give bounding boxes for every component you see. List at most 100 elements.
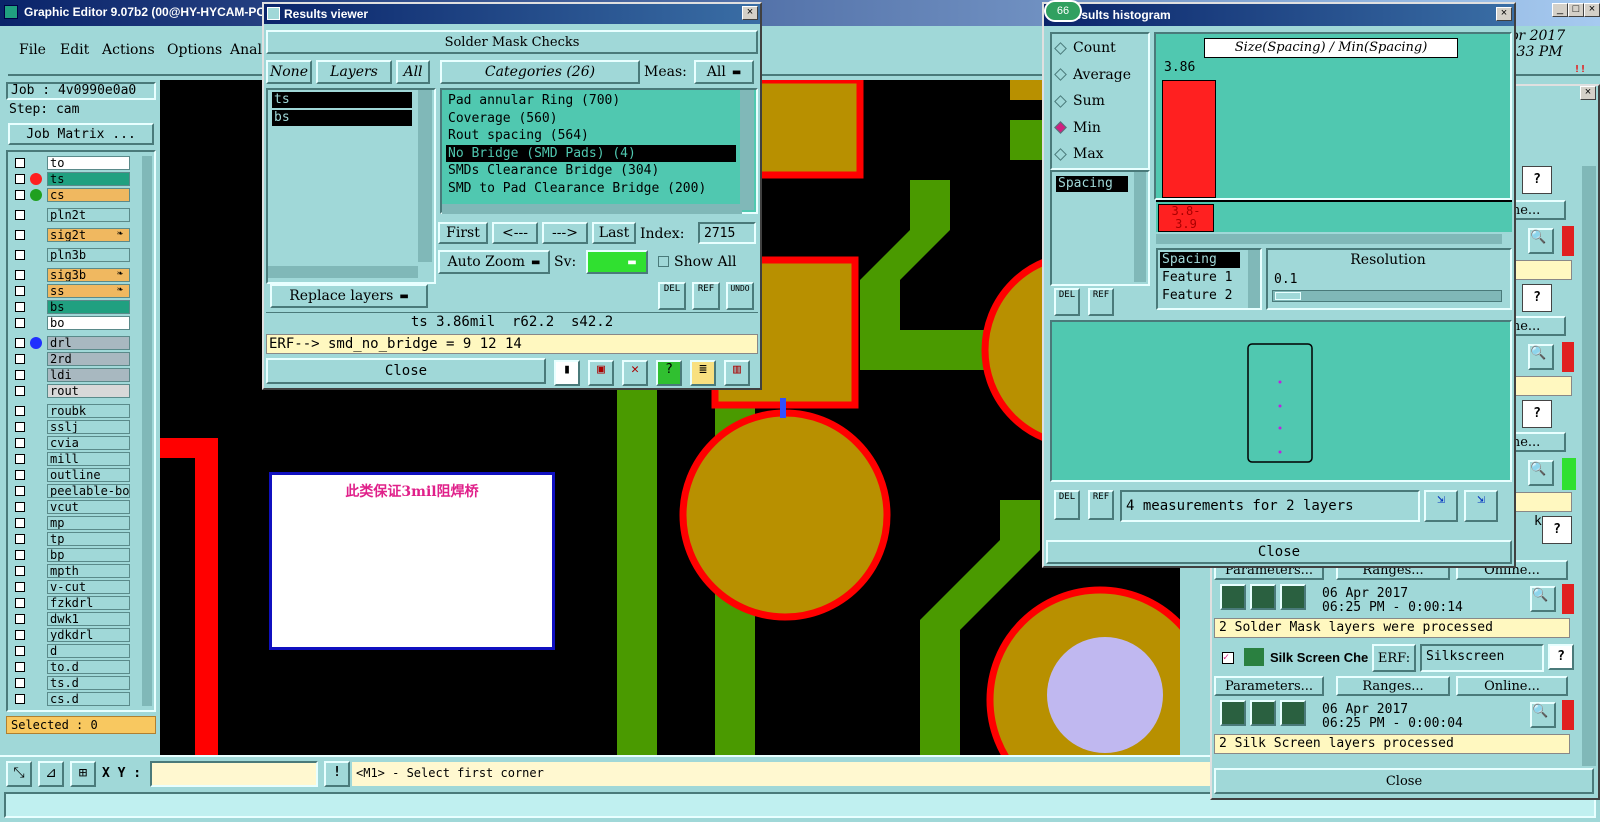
layer-row-cs.d[interactable]: cs.d [12, 692, 130, 706]
hist-resolution-slider[interactable] [1272, 290, 1502, 302]
hist-icon-a[interactable]: ⇲ [1424, 490, 1458, 522]
layer-checkbox[interactable] [15, 406, 25, 416]
hist-option-max[interactable]: Max [1054, 144, 1104, 164]
category-item[interactable]: No Bridge (SMD Pads) (4) [446, 144, 736, 162]
partial-zoom-b[interactable]: 🔍 [1528, 344, 1554, 370]
layer-checkbox[interactable] [15, 502, 25, 512]
hist-del2-button[interactable]: DEL [1054, 490, 1080, 520]
layer-row-2rd[interactable]: 2rd [12, 352, 130, 366]
layer-row-sig2t[interactable]: sig2t ❧ [12, 228, 130, 242]
rv-layer-hscroll[interactable] [268, 266, 418, 278]
layer-row-ydkdrl[interactable]: ydkdrl [12, 628, 130, 642]
layer-row-pln3b[interactable]: pln3b [12, 248, 130, 262]
layer-checkbox[interactable] [15, 566, 25, 576]
category-item[interactable]: SMD to Pad Clearance Bridge (200) [446, 180, 736, 198]
layer-row-sslj[interactable]: sslj [12, 420, 130, 434]
rv-index-input[interactable]: 2715 [698, 222, 756, 244]
rv-layer-bs[interactable]: bs [272, 110, 412, 126]
hist-option-average[interactable]: Average [1054, 65, 1131, 85]
rv-ref-button[interactable]: REF [692, 282, 720, 310]
hist-list-item[interactable]: Spacing [1056, 176, 1128, 192]
rv-next-button[interactable]: ---> [542, 222, 588, 244]
layer-name[interactable]: ldi [47, 368, 130, 382]
layer-row-ts[interactable]: ts [12, 172, 130, 186]
layer-checkbox[interactable] [15, 678, 25, 688]
layer-name[interactable]: ts.d [47, 676, 130, 690]
layer-checkbox[interactable] [15, 370, 25, 380]
layer-name[interactable]: bs [47, 300, 130, 314]
rv-icon-5[interactable]: ≣ [690, 360, 716, 386]
rv-categories-button[interactable]: Categories (26) [440, 60, 640, 84]
layer-row-ldi[interactable]: ldi [12, 368, 130, 382]
rv-layers-button[interactable]: Layers [316, 60, 392, 84]
rv-del-button[interactable]: DEL [658, 282, 686, 310]
rv-icon-4[interactable]: ? [656, 360, 682, 386]
layer-name[interactable]: vcut [47, 500, 130, 514]
rv-icon-3[interactable]: ✕ [622, 360, 648, 386]
layer-list-scrollbar[interactable] [142, 156, 152, 706]
layer-checkbox[interactable] [15, 354, 25, 364]
results-viewer-close-x[interactable]: × [742, 6, 758, 20]
rv-none-button[interactable]: None [266, 60, 312, 84]
layer-row-d[interactable]: d [12, 644, 130, 658]
row1-zoom-icon[interactable]: 🔍 [1530, 586, 1556, 612]
hist-option-min[interactable]: Min [1054, 118, 1101, 138]
partial-zoom-c[interactable]: 🔍 [1528, 460, 1554, 486]
layer-name[interactable]: ts [47, 172, 130, 186]
maximize-button[interactable]: □ [1568, 3, 1584, 17]
layer-checkbox[interactable] [15, 158, 25, 168]
zoom-fit-button[interactable]: ⤡ [6, 761, 32, 787]
layer-checkbox[interactable] [15, 438, 25, 448]
rv-last-button[interactable]: Last [592, 222, 636, 244]
layer-row-pln2t[interactable]: pln2t [12, 208, 130, 222]
layer-checkbox[interactable] [15, 270, 25, 280]
layer-name[interactable]: to [47, 156, 130, 170]
layer-name[interactable]: pln3b [47, 248, 130, 262]
hist-option-count[interactable]: Count [1054, 38, 1116, 58]
layer-name[interactable]: cvia [47, 436, 130, 450]
layer-checkbox[interactable] [15, 286, 25, 296]
layer-name[interactable]: fzkdrl [47, 596, 130, 610]
warning-button[interactable]: ! [324, 761, 350, 787]
layer-row-cs[interactable]: cs [12, 188, 130, 202]
erf-button[interactable]: ERF: [1372, 644, 1416, 672]
layer-row-drl[interactable]: drl [12, 336, 130, 350]
rv-prev-button[interactable]: <--- [492, 222, 538, 244]
layer-name[interactable]: peelable-bot [47, 484, 130, 498]
hist-close-button[interactable]: Close [1046, 540, 1512, 564]
checklist-close-button[interactable]: Close [1214, 768, 1594, 794]
layer-checkbox[interactable] [15, 422, 25, 432]
layer-checkbox[interactable] [15, 646, 25, 656]
minimize-button[interactable]: _ [1552, 3, 1568, 17]
rv-undo-button[interactable]: UNDO [726, 282, 754, 310]
layer-name[interactable]: drl [47, 336, 130, 350]
menu-options[interactable]: Options [167, 42, 222, 58]
xy-input[interactable] [150, 761, 318, 787]
row1-icon-1[interactable] [1220, 584, 1246, 610]
layer-name[interactable]: to.d [47, 660, 130, 674]
hist-ref-button[interactable]: REF [1088, 288, 1114, 316]
layer-checkbox[interactable] [15, 598, 25, 608]
rv-meas-select[interactable]: All ▬ [694, 60, 754, 84]
layer-checkbox[interactable] [15, 318, 25, 328]
row2-icon-2[interactable] [1250, 700, 1276, 726]
layer-row-fzkdrl[interactable]: fzkdrl [12, 596, 130, 610]
layer-name[interactable]: d [47, 644, 130, 658]
layer-row-bo[interactable]: bo [12, 316, 130, 330]
checklist-close-x[interactable]: × [1580, 86, 1596, 100]
layer-row-mp[interactable]: mp [12, 516, 130, 530]
layer-name[interactable]: bo [47, 316, 130, 330]
menu-file[interactable]: File [19, 42, 46, 58]
category-item[interactable]: SMDs Clearance Bridge (304) [446, 162, 736, 180]
category-item[interactable]: Coverage (560) [446, 110, 736, 128]
layer-checkbox[interactable] [15, 534, 25, 544]
partial-zoom-a[interactable]: 🔍 [1528, 228, 1554, 254]
row2-icon-3[interactable] [1280, 700, 1306, 726]
layer-checkbox[interactable] [15, 338, 25, 348]
hist-del-button[interactable]: DEL [1054, 288, 1080, 316]
layer-checkbox[interactable] [15, 470, 25, 480]
layer-name[interactable]: outline [47, 468, 130, 482]
silk-params-button[interactable]: Parameters... [1214, 676, 1324, 696]
layer-checkbox[interactable] [15, 582, 25, 592]
hist-ref2-button[interactable]: REF [1088, 490, 1114, 520]
